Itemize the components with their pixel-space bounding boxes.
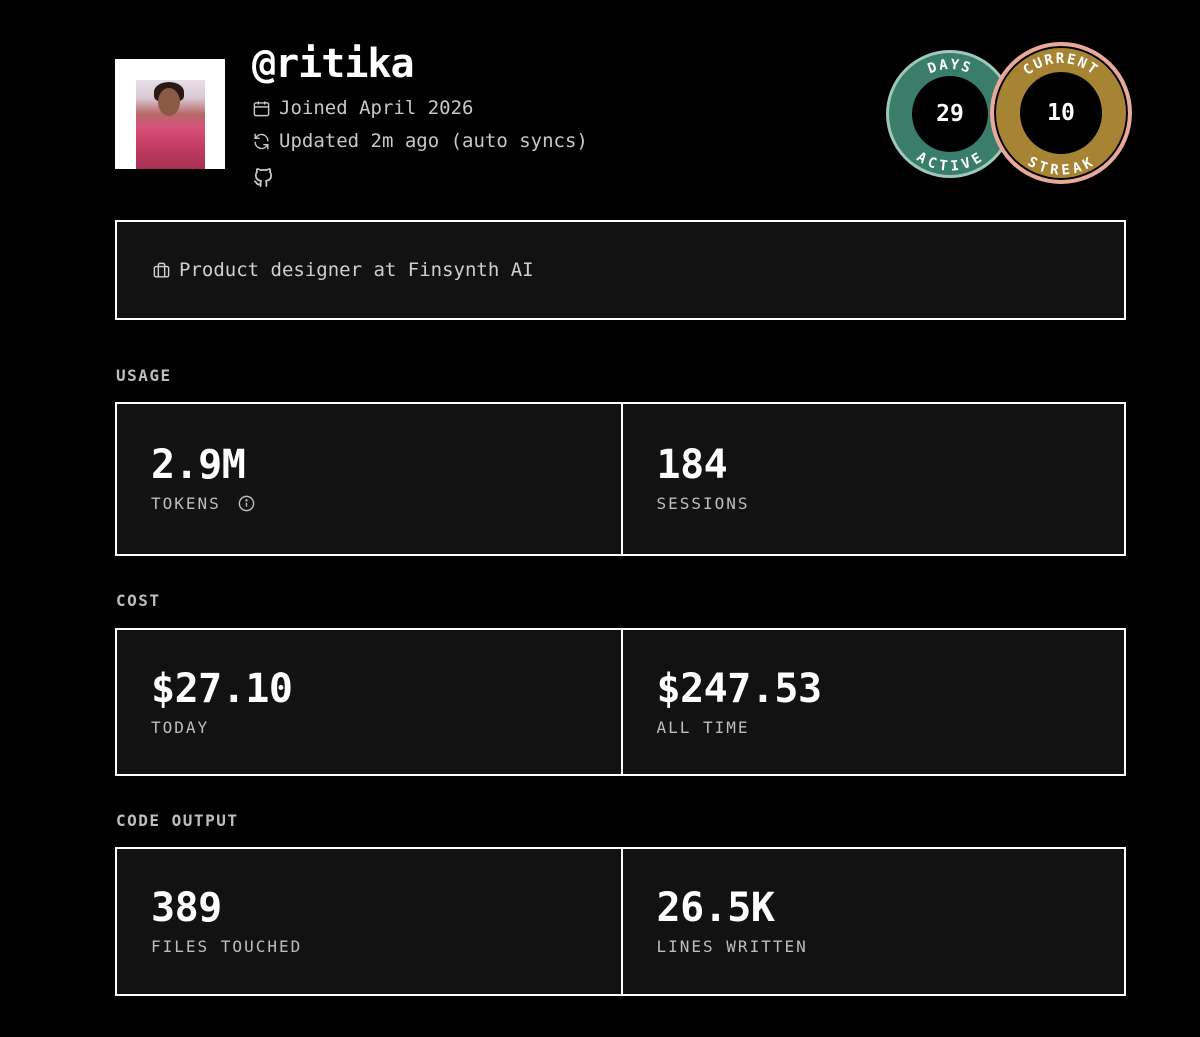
files-touched-stat: 389 FILES TOUCHED xyxy=(117,849,621,994)
svg-text:STREAK: STREAK xyxy=(1025,154,1097,179)
github-icon[interactable] xyxy=(252,166,275,189)
bio-text: Product designer at Finsynth AI xyxy=(179,259,534,281)
current-streak-value: 10 xyxy=(1020,72,1102,154)
avatar-photo xyxy=(136,80,205,169)
refresh-icon xyxy=(254,133,269,149)
days-active-value: 29 xyxy=(912,76,988,152)
cost-today-value: $27.10 xyxy=(151,666,293,712)
days-bottom-label: ACTIVE xyxy=(914,149,985,175)
svg-text:ACTIVE: ACTIVE xyxy=(914,149,987,175)
section-label-code-output: CODE OUTPUT xyxy=(116,811,239,830)
days-top-label: DAYS xyxy=(926,57,973,77)
updated-text: Updated 2m ago (auto syncs) xyxy=(279,130,588,152)
streak-bottom-label: STREAK xyxy=(1025,154,1095,179)
username: @ritika xyxy=(252,41,415,87)
sessions-stat: 184 SESSIONS xyxy=(620,404,1125,554)
joined-date: Joined April 2026 xyxy=(252,97,473,119)
cost-all-time-label: ALL TIME xyxy=(656,718,750,737)
cost-grid: $27.10 TODAY $247.53 ALL TIME xyxy=(115,628,1126,776)
tokens-label-row: TOKENS xyxy=(151,494,621,513)
tokens-stat: 2.9M TOKENS xyxy=(117,404,621,554)
cost-all-time-value: $247.53 xyxy=(656,666,823,712)
updated-status: Updated 2m ago (auto syncs) xyxy=(252,130,588,152)
avatar xyxy=(115,59,225,169)
files-touched-label: FILES TOUCHED xyxy=(151,937,303,956)
usage-grid: 2.9M TOKENS 184 SESSIONS xyxy=(115,402,1126,556)
section-label-cost: COST xyxy=(116,591,161,610)
cost-today-label: TODAY xyxy=(151,718,210,737)
info-icon[interactable] xyxy=(237,494,256,513)
briefcase-icon xyxy=(153,262,170,278)
section-label-usage: USAGE xyxy=(116,366,172,385)
joined-text: Joined April 2026 xyxy=(279,97,474,119)
bio-box: Product designer at Finsynth AI xyxy=(115,220,1126,320)
lines-written-value: 26.5K xyxy=(656,885,775,931)
svg-text:DAYS: DAYS xyxy=(926,57,975,77)
tokens-label: TOKENS xyxy=(151,494,221,513)
cost-today-stat: $27.10 TODAY xyxy=(117,630,621,774)
tokens-value: 2.9M xyxy=(151,442,246,488)
files-touched-value: 389 xyxy=(151,885,222,931)
sessions-value: 184 xyxy=(656,442,728,488)
current-streak-badge: CURRENT STREAK 10 xyxy=(990,42,1132,184)
lines-written-label: LINES WRITTEN xyxy=(656,937,808,956)
code-output-grid: 389 FILES TOUCHED 26.5K LINES WRITTEN xyxy=(115,847,1126,996)
lines-written-stat: 26.5K LINES WRITTEN xyxy=(620,849,1125,994)
sessions-label: SESSIONS xyxy=(656,494,750,513)
cost-all-time-stat: $247.53 ALL TIME xyxy=(620,630,1125,774)
calendar-icon xyxy=(253,100,270,116)
